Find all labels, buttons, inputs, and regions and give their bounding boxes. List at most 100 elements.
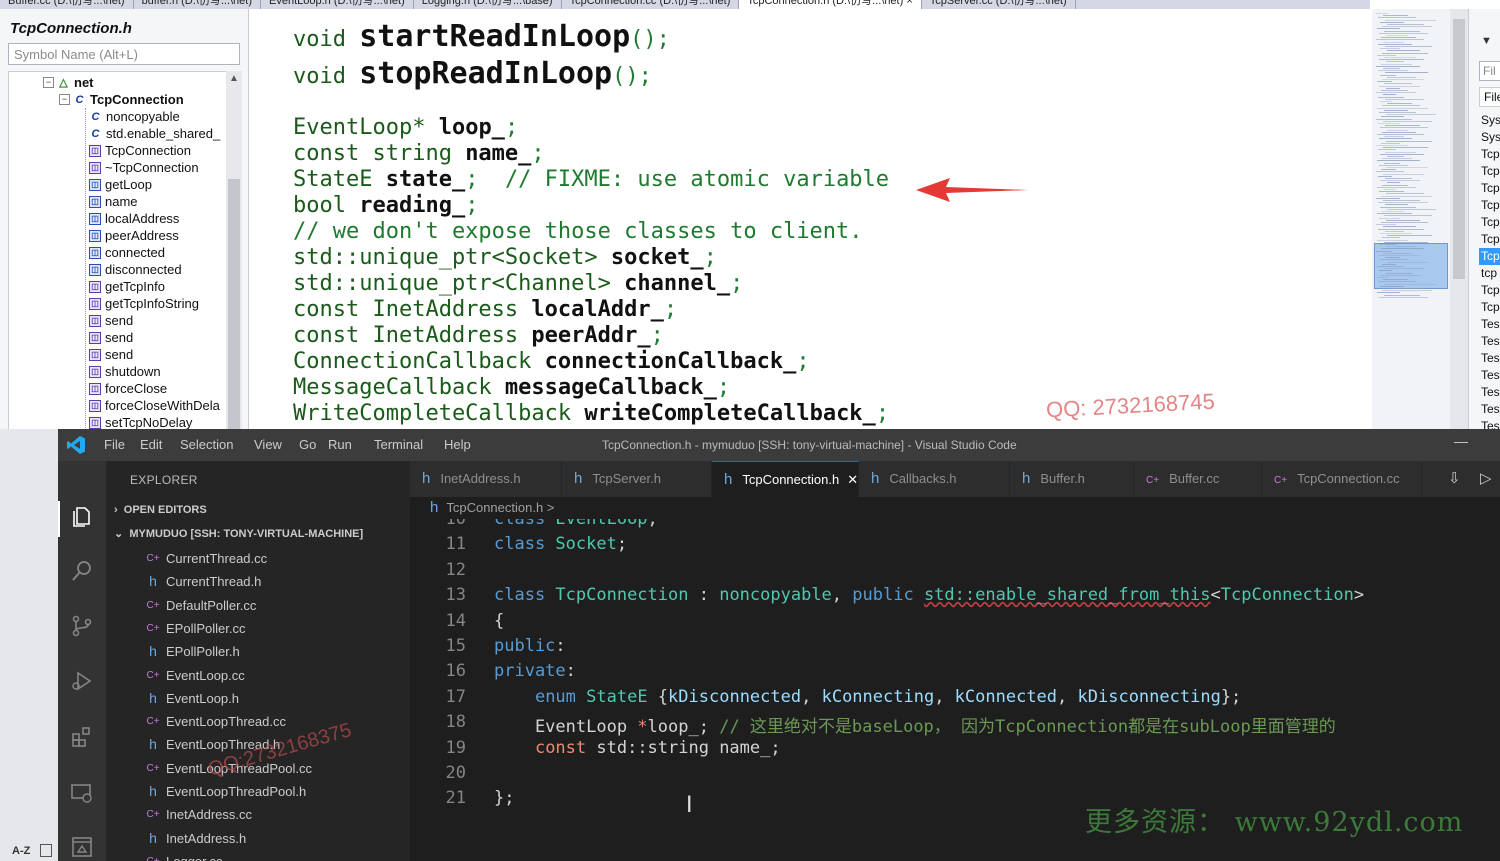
class-tree-item[interactable]: ◫ TcpConnection bbox=[89, 142, 191, 159]
scroll-thumb[interactable] bbox=[1453, 19, 1465, 279]
solution-item[interactable]: Tcp bbox=[1481, 146, 1500, 163]
menu-terminal[interactable]: Terminal bbox=[374, 437, 423, 452]
split-editor-icon[interactable]: ⇩ bbox=[1448, 469, 1461, 487]
vs-code-editor[interactable]: void startReadInLoop(); void stopReadInL… bbox=[266, 9, 1372, 429]
workspace-section[interactable]: ⌄ MYMUDUO [SSH: TONY-VIRTUAL-MACHINE] bbox=[114, 527, 363, 540]
menu-help[interactable]: Help bbox=[444, 437, 471, 452]
file-item[interactable]: C+ DefaultPoller.cc bbox=[144, 594, 256, 617]
solution-item[interactable]: Tcp bbox=[1481, 299, 1500, 316]
search-icon[interactable] bbox=[70, 559, 94, 583]
remote-explorer-icon[interactable] bbox=[70, 781, 94, 805]
editor-tab[interactable]: h TcpServer.h bbox=[562, 461, 712, 497]
minimize-icon[interactable]: — bbox=[1454, 433, 1468, 449]
file-item[interactable]: C+ EPollPoller.cc bbox=[144, 617, 245, 640]
chevron-down-icon[interactable]: ▼ bbox=[1481, 35, 1492, 47]
class-tree-item[interactable]: ◫ forceCloseWithDela bbox=[89, 397, 220, 414]
run-debug-icon[interactable] bbox=[70, 669, 94, 693]
class-tree-item[interactable]: ◫ name bbox=[89, 193, 138, 210]
extensions-icon[interactable] bbox=[70, 725, 94, 749]
editor-tab[interactable]: h Buffer.h bbox=[1010, 461, 1134, 497]
file-item[interactable]: C+ CurrentThread.cc bbox=[144, 547, 267, 570]
breadcrumb-file[interactable]: TcpConnection.h > bbox=[446, 500, 554, 515]
solution-item[interactable]: Tes bbox=[1481, 367, 1500, 384]
editor-tab[interactable]: h TcpConnection.h ✕ bbox=[712, 461, 859, 497]
sort-az-icon[interactable]: A-Z bbox=[12, 845, 30, 857]
solution-item[interactable]: tcp bbox=[1481, 265, 1497, 282]
scroll-up-icon[interactable]: ▲ bbox=[229, 73, 239, 84]
class-tree-item[interactable]: Cstd.enable_shared_ bbox=[89, 125, 221, 142]
class-tree-item[interactable]: ◫ getTcpInfoString bbox=[89, 295, 199, 312]
file-item[interactable]: h InetAddress.h bbox=[144, 827, 246, 850]
solution-item[interactable]: Tcp bbox=[1481, 282, 1500, 299]
class-tree-item[interactable]: ◫ disconnected bbox=[89, 261, 182, 278]
class-tree-item[interactable]: ◫ shutdown bbox=[89, 363, 161, 380]
class-tree-item[interactable]: ◫ ~TcpConnection bbox=[89, 159, 199, 176]
vs-vertical-scrollbar[interactable] bbox=[1450, 9, 1468, 429]
menu-file[interactable]: File bbox=[104, 437, 125, 452]
source-control-icon[interactable] bbox=[70, 614, 94, 638]
vs-doc-tab[interactable]: EventLoop.h (D:\仿写...\net) bbox=[261, 0, 414, 9]
vs-doc-tab[interactable]: Logging.h (D:\仿写...\base) bbox=[414, 0, 562, 9]
solution-item[interactable]: Tcp bbox=[1481, 197, 1500, 214]
solution-item[interactable]: Tes bbox=[1481, 316, 1500, 333]
class-tree-item[interactable]: Cnoncopyable bbox=[89, 108, 180, 125]
solution-item[interactable]: Tcp bbox=[1481, 214, 1500, 231]
class-tree-item[interactable]: ◫ connected bbox=[89, 244, 165, 261]
file-item[interactable]: C+ Logger.cc bbox=[144, 850, 222, 861]
file-item[interactable]: C+ EventLoop.cc bbox=[144, 664, 244, 687]
vs-doc-tab[interactable]: TcpConnection.cc (D:\仿写...\net) bbox=[562, 0, 740, 9]
editor-tab[interactable]: C+ TcpConnection.cc bbox=[1262, 461, 1422, 497]
class-tree-item[interactable]: ◫ peerAddress bbox=[89, 227, 179, 244]
vs-doc-tab[interactable]: buffer.h (D:\仿写...\net) bbox=[134, 0, 262, 9]
solution-item[interactable]: Tes bbox=[1481, 384, 1500, 401]
solution-item[interactable]: Sys bbox=[1481, 112, 1500, 129]
file-item[interactable]: h EPollPoller.h bbox=[144, 640, 240, 663]
file-item[interactable]: C+ InetAddress.cc bbox=[144, 803, 252, 826]
solution-item[interactable]: Tcp bbox=[1481, 163, 1500, 180]
file-item[interactable]: C+ EventLoopThread.cc bbox=[144, 710, 286, 733]
class-tree-item[interactable]: − △ net bbox=[43, 74, 94, 91]
class-tree-item[interactable]: ◫ getTcpInfo bbox=[89, 278, 165, 295]
menu-go[interactable]: Go bbox=[299, 437, 316, 452]
solution-filter-input[interactable]: Fil bbox=[1479, 61, 1500, 81]
menu-selection[interactable]: Selection bbox=[180, 437, 233, 452]
class-tree-item[interactable]: ◫ send bbox=[89, 329, 133, 346]
menu-view[interactable]: View bbox=[254, 437, 282, 452]
class-tree-item[interactable]: ◫ getLoop bbox=[89, 176, 152, 193]
solution-item[interactable]: Tes bbox=[1481, 333, 1500, 350]
open-editors-section[interactable]: › OPEN EDITORS bbox=[114, 504, 207, 516]
panel-icon[interactable] bbox=[70, 835, 94, 859]
editor-tab[interactable]: C+ Buffer.cc bbox=[1134, 461, 1262, 497]
class-tree-item[interactable]: ◫ send bbox=[89, 312, 133, 329]
close-icon[interactable]: ✕ bbox=[847, 472, 858, 487]
file-item[interactable]: h CurrentThread.h bbox=[144, 570, 261, 593]
solution-item[interactable]: Tes bbox=[1481, 418, 1500, 429]
menu-run[interactable]: Run bbox=[328, 437, 352, 452]
vs-doc-tab[interactable]: Buffer.cc (D:\仿写...\net) bbox=[0, 0, 134, 9]
solution-item[interactable]: Tcp bbox=[1481, 231, 1500, 248]
class-view-scrollbar[interactable]: ▲ bbox=[226, 71, 242, 429]
class-tree-item[interactable]: ◫ send bbox=[89, 346, 133, 363]
expand-toggle-icon[interactable]: − bbox=[43, 77, 54, 88]
solution-item[interactable]: Tcp bbox=[1479, 248, 1500, 265]
menu-edit[interactable]: Edit bbox=[140, 437, 162, 452]
files-icon[interactable] bbox=[70, 505, 94, 529]
class-tree-item[interactable]: − C TcpConnection bbox=[59, 91, 184, 108]
editor-tab[interactable]: h InetAddress.h bbox=[410, 461, 562, 497]
vs-doc-tab[interactable]: TcpConnection.h (D:\仿写...\net) × bbox=[739, 0, 922, 9]
symbol-search-input[interactable]: Symbol Name (Alt+L) bbox=[8, 43, 240, 65]
solution-item[interactable]: Tcp bbox=[1481, 180, 1500, 197]
expand-toggle-icon[interactable]: − bbox=[59, 94, 70, 105]
vs-doc-tab[interactable]: TcpServer.cc (D:\仿写...\net) bbox=[922, 0, 1076, 9]
file-item[interactable]: h EventLoop.h bbox=[144, 687, 239, 710]
solution-item[interactable]: Tes bbox=[1481, 401, 1500, 418]
class-tree-item[interactable]: ◫ forceClose bbox=[89, 380, 167, 397]
class-tree-item[interactable]: ◫ localAddress bbox=[89, 210, 179, 227]
run-icon[interactable]: ▷ bbox=[1480, 469, 1492, 487]
list-view-icon[interactable] bbox=[40, 844, 52, 857]
file-item[interactable]: h EventLoopThreadPool.h bbox=[144, 780, 306, 803]
breadcrumb[interactable]: h TcpConnection.h > bbox=[410, 497, 1500, 519]
scroll-thumb[interactable] bbox=[228, 179, 240, 429]
solution-item[interactable]: Sys bbox=[1481, 129, 1500, 146]
solution-item[interactable]: Tes bbox=[1481, 350, 1500, 367]
